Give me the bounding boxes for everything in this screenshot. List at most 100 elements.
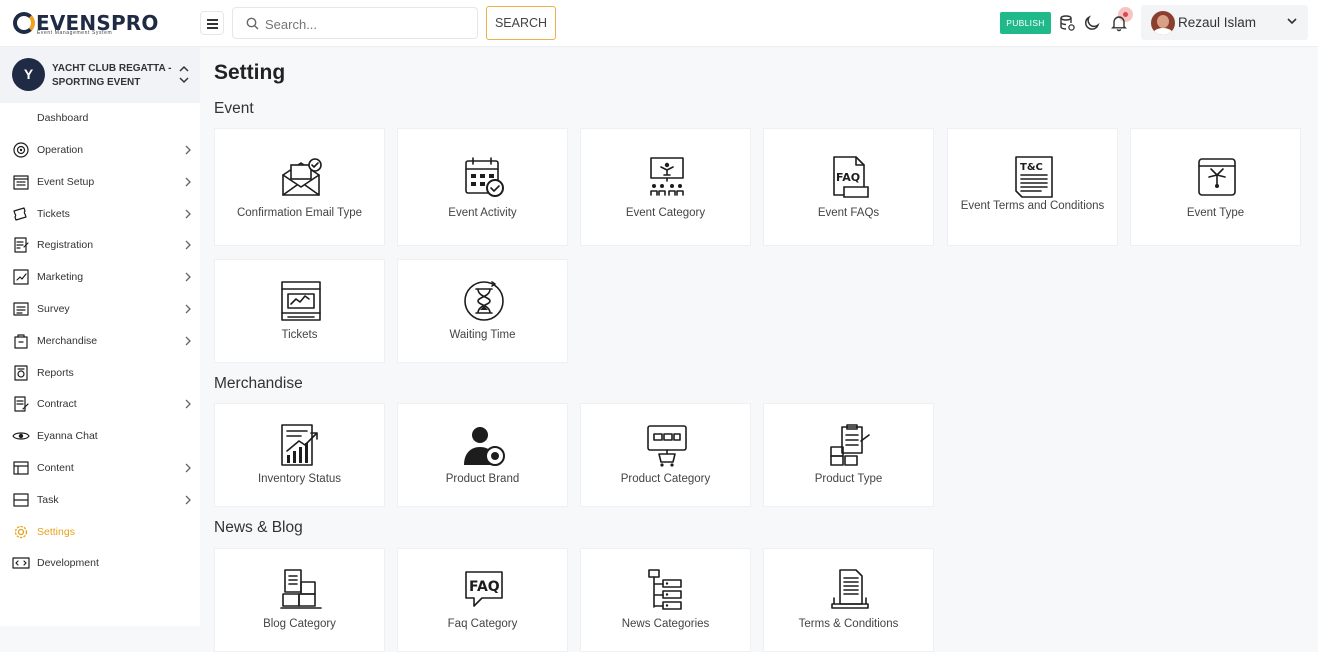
sidebar-item-dashboard[interactable]: Dashboard — [37, 112, 88, 124]
reports-icon — [14, 364, 28, 381]
sidebar-item-survey[interactable]: Survey — [0, 297, 200, 321]
eye-chat-icon — [12, 432, 30, 440]
card-product-category[interactable]: Product Category — [580, 403, 751, 507]
page-title: Setting — [214, 61, 286, 84]
chevron-right-icon — [185, 272, 191, 282]
sidebar-item-reports[interactable]: Reports — [0, 361, 200, 385]
laptop-document-icon — [831, 569, 869, 609]
card-label: Event Type — [1186, 207, 1245, 219]
presentation-audience-icon — [650, 157, 684, 196]
card-label: Terms & Conditions — [798, 618, 899, 630]
ticket-chart-icon — [281, 281, 321, 321]
sidebar-item-merchandise[interactable]: Merchandise — [0, 329, 200, 353]
svg-text:FAQ: FAQ — [836, 171, 860, 184]
sidebar-item-label: Eyanna Chat — [37, 430, 98, 443]
sidebar-item-tickets[interactable]: Tickets — [0, 202, 200, 226]
category-cart-icon — [647, 425, 687, 467]
moon-icon[interactable] — [1083, 14, 1101, 32]
card-label: News Categories — [621, 618, 710, 630]
publish-button[interactable]: PUBLISH — [1000, 12, 1051, 34]
project-selector[interactable]: Y YACHT CLUB REGATTA - SPORTING EVENT — [0, 47, 200, 103]
sidebar-item-label: Contract — [37, 398, 77, 411]
chevron-up-down-icon — [179, 65, 189, 84]
card-faq-category[interactable]: FAQ Faq Category — [397, 548, 568, 652]
registration-icon — [14, 237, 29, 253]
card-label: Confirmation Email Type — [236, 207, 363, 219]
card-label: Tickets — [281, 329, 318, 341]
sidebar-item-label: Reports — [37, 366, 74, 379]
card-product-brand[interactable]: Product Brand — [397, 403, 568, 507]
sidebar-item-settings[interactable]: Settings — [0, 520, 200, 544]
calendar-fireworks-icon — [1198, 158, 1236, 196]
project-name: YACHT CLUB REGATTA - SPORTING EVENT — [52, 63, 172, 88]
logo-tagline: Event Management System — [37, 30, 113, 36]
faq-bubble-icon: FAQ — [465, 571, 503, 607]
card-label: Faq Category — [447, 618, 518, 630]
card-event-activity[interactable]: Event Activity — [397, 128, 568, 246]
sidebar-item-task[interactable]: Task — [0, 488, 200, 512]
sidebar-item-label: Task — [37, 493, 59, 506]
clipboard-boxes-icon — [830, 424, 870, 466]
top-bar: EVENSPRO Event Management System SEARCH … — [0, 0, 1318, 47]
chevron-down-icon — [1287, 18, 1297, 25]
sidebar-item-eyanna-chat[interactable]: Eyanna Chat — [0, 424, 200, 448]
sidebar-item-registration[interactable]: Registration — [0, 233, 200, 257]
sidebar-item-label: Content — [37, 462, 74, 474]
sidebar-item-development[interactable]: Development — [0, 551, 200, 575]
card-label: Event FAQs — [817, 207, 880, 219]
logo-mark-icon — [13, 12, 35, 34]
card-terms-conditions[interactable]: Terms & Conditions — [763, 548, 934, 652]
sidebar-item-label: Survey — [37, 303, 70, 315]
hierarchy-list-icon — [648, 569, 682, 610]
sidebar-item-marketing[interactable]: Marketing — [0, 265, 200, 289]
sidebar-item-content[interactable]: Content — [0, 456, 200, 480]
card-event-type[interactable]: Event Type — [1130, 128, 1301, 246]
card-tickets[interactable]: Tickets — [214, 259, 385, 363]
survey-icon — [13, 302, 29, 316]
card-event-faqs[interactable]: FAQ Event FAQs — [763, 128, 934, 246]
faq-document-icon: FAQ — [833, 156, 869, 198]
main-content: Setting Event Merchandise News & Blog Co… — [200, 47, 1318, 652]
sidebar-item-label: Registration — [37, 239, 94, 252]
card-inventory-status[interactable]: Inventory Status — [214, 403, 385, 507]
section-title-news-blog: News & Blog — [214, 519, 303, 536]
card-confirmation-email-type[interactable]: Confirmation Email Type — [214, 128, 385, 246]
menu-icon[interactable] — [200, 11, 224, 35]
sidebar-item-label: Tickets — [37, 207, 70, 220]
user-menu[interactable]: Rezaul Islam — [1141, 5, 1308, 40]
sidebar-item-operation[interactable]: Operation — [0, 138, 200, 162]
sidebar-item-label: Development — [37, 557, 99, 570]
development-icon — [12, 557, 30, 569]
sidebar-item-label: Operation — [37, 144, 84, 156]
bell-icon[interactable] — [1110, 14, 1128, 32]
card-event-terms-and-conditions[interactable]: T&C Event Terms and Conditions — [947, 128, 1118, 246]
settings-gear-icon — [14, 525, 28, 538]
chevron-right-icon — [185, 495, 191, 505]
project-avatar: Y — [12, 58, 45, 91]
chevron-right-icon — [185, 177, 191, 187]
logo[interactable]: EVENSPRO Event Management System — [13, 9, 158, 37]
search-button[interactable]: SEARCH — [486, 6, 556, 40]
search-input[interactable] — [265, 14, 465, 34]
tickets-icon — [13, 206, 27, 221]
card-news-categories[interactable]: News Categories — [580, 548, 751, 652]
database-icon[interactable] — [1058, 14, 1076, 32]
sidebar-item-event-setup[interactable]: Event Setup — [0, 170, 200, 194]
card-label: Product Type — [814, 473, 883, 485]
card-label: Waiting Time — [449, 329, 516, 341]
hourglass-icon — [464, 281, 504, 321]
card-blog-category[interactable]: Blog Category — [214, 548, 385, 652]
card-product-type[interactable]: Product Type — [763, 403, 934, 507]
section-title-event: Event — [214, 100, 254, 117]
sidebar-item-label: Settings — [37, 525, 75, 538]
card-label: Product Category — [620, 473, 711, 485]
terms-document-icon: T&C — [1015, 156, 1053, 198]
card-waiting-time[interactable]: Waiting Time — [397, 259, 568, 363]
task-icon — [13, 493, 29, 507]
sidebar-item-contract[interactable]: Contract — [0, 392, 200, 416]
section-title-merchandise: Merchandise — [214, 375, 303, 392]
card-label: Event Terms and Conditions — [960, 200, 1105, 212]
chevron-right-icon — [185, 463, 191, 473]
card-event-category[interactable]: Event Category — [580, 128, 751, 246]
svg-text:FAQ: FAQ — [469, 579, 500, 595]
